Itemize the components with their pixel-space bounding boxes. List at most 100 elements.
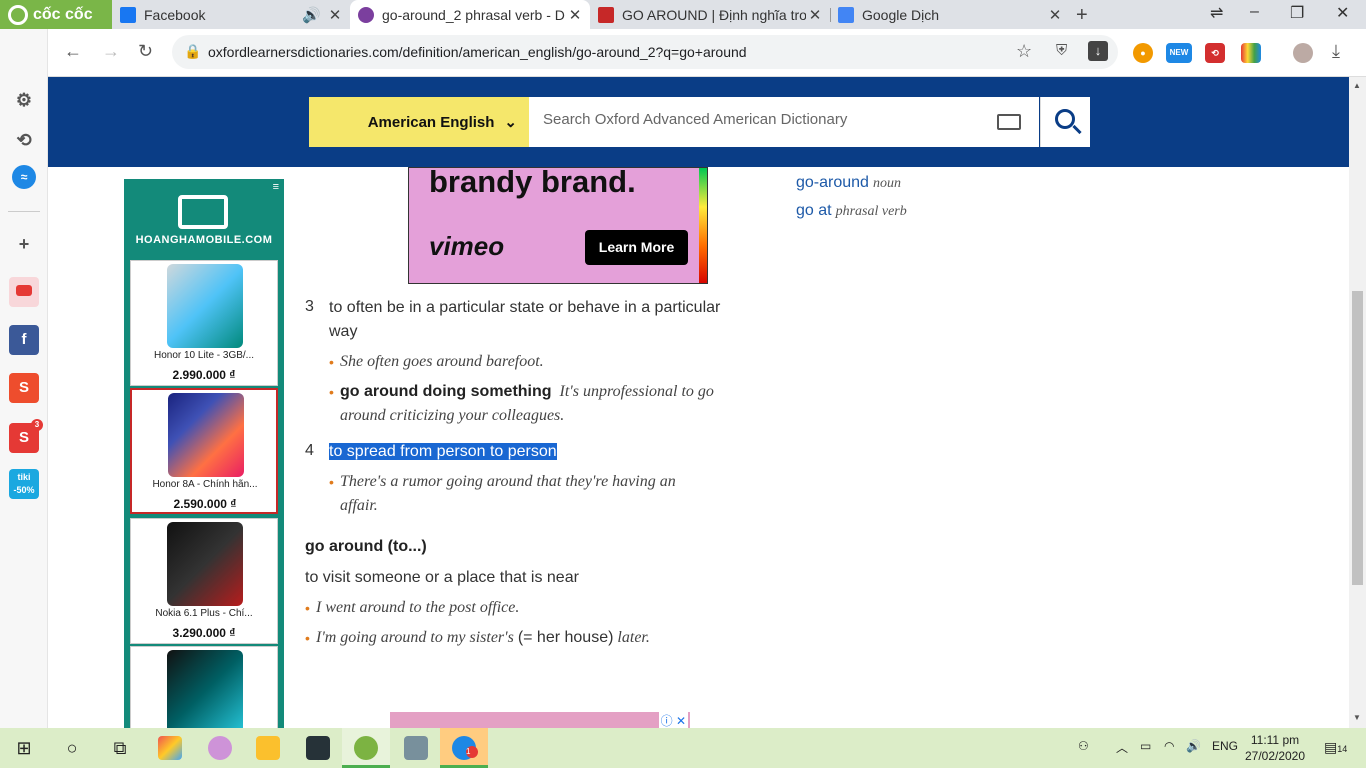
facebook-rail-icon[interactable]: f [9, 325, 39, 355]
product-price: 2.590.000 ₫ [173, 497, 237, 511]
close-tab-icon[interactable]: ✕ [326, 6, 344, 24]
system-clock[interactable]: 11:11 pm 27/02/2020 [1240, 732, 1310, 764]
tiki-icon[interactable]: tiki -50% [9, 469, 39, 499]
taskbar-app-coccoc[interactable] [342, 728, 390, 768]
notifications-icon[interactable]: ▤14 [1324, 739, 1347, 756]
input-language[interactable]: ENG [1212, 739, 1238, 753]
wifi-icon[interactable]: ◠ [1164, 739, 1174, 753]
speaker-icon[interactable]: 🔊 [302, 6, 321, 24]
app-icon [306, 736, 330, 760]
tab-oxford[interactable]: go-around_2 phrasal verb - D ✕ [350, 0, 590, 29]
extension-red-icon[interactable]: ⟲ [1205, 43, 1225, 63]
related-word[interactable]: go-around [796, 174, 869, 191]
back-button[interactable]: ← [64, 41, 82, 62]
close-window-button[interactable]: ✕ [1336, 3, 1349, 23]
sendo-icon[interactable]: S3 [9, 419, 43, 453]
coccoc-logo[interactable]: cốc cốc [0, 0, 112, 29]
hoangha-ad[interactable]: ≡ HOANGHAMOBILE.COM Honor 10 Lite - 3GB/… [124, 179, 284, 728]
vimeo-ad[interactable]: brandy brand. vimeo Learn More [408, 167, 708, 284]
tray-chevron-up-icon[interactable]: ︿ [1116, 739, 1128, 756]
taskbar-app-zalo[interactable]: 1 [440, 728, 488, 768]
tab-google-translate[interactable]: Google Dịch ✕ [830, 0, 1070, 29]
ad-product[interactable]: Nokia 6.1 Plus - Chí... 3.290.000 ₫ [130, 518, 278, 644]
phone-image [167, 650, 243, 728]
ad-product[interactable]: Honor 8A - Chính hãn... 2.590.000 ₫ [130, 388, 278, 514]
minimize-button[interactable]: – [1250, 3, 1259, 21]
shield-icon[interactable]: ⛨ [1056, 42, 1067, 59]
shopee-icon[interactable]: S [9, 373, 39, 403]
ad-info-close-icon[interactable]: ⓘ ✕ [658, 712, 688, 729]
page-scrollbar[interactable]: ▲ ▼ [1349, 77, 1366, 728]
learn-more-button[interactable]: Learn More [585, 230, 688, 265]
people-icon[interactable]: ⚇ [1078, 739, 1089, 753]
extension-new-icon[interactable]: NEW [1166, 43, 1192, 63]
ad-product[interactable] [130, 646, 278, 728]
close-tab-icon[interactable]: ✕ [806, 6, 824, 24]
related-entry-link[interactable]: go-around noun [796, 174, 901, 192]
messenger-icon[interactable]: ≈ [12, 165, 36, 189]
task-view-icon[interactable]: ⧉ [108, 736, 132, 760]
browser-toolbar: ▣ ← → ↻ 🔒 oxfordlearnersdictionaries.com… [0, 29, 1366, 77]
related-word[interactable]: go at [796, 202, 832, 219]
tab-facebook[interactable]: Facebook 🔊 ✕ [112, 0, 350, 29]
facebook-icon [120, 6, 136, 23]
sense-definition: to often be in a particular state or beh… [329, 299, 721, 316]
example-text: I'm going around to my sister's [316, 629, 514, 646]
profile-avatar[interactable] [1293, 43, 1313, 63]
taskbar-app-explorer[interactable] [244, 728, 292, 768]
scroll-down-arrow[interactable]: ▼ [1353, 713, 1361, 722]
settings-gear-icon[interactable]: ⚙ [9, 85, 39, 115]
add-panel-icon[interactable]: + [9, 229, 39, 259]
extension-color-icon[interactable] [1241, 43, 1261, 63]
app-icon [404, 736, 428, 760]
tab-search-icon[interactable]: ⇌ [1210, 3, 1223, 23]
ad-color-bar [699, 168, 707, 283]
download-page-icon[interactable]: ↓ [1088, 41, 1108, 61]
phone-image [167, 522, 243, 606]
youtube-icon[interactable] [9, 277, 39, 307]
coccoc-logo-icon [8, 4, 28, 25]
product-name: Honor 10 Lite - 3GB/... [153, 350, 255, 361]
scroll-up-arrow[interactable]: ▲ [1353, 81, 1361, 90]
language-dropdown[interactable]: American English ⌄ [309, 97, 529, 147]
scrollbar-thumb[interactable] [1352, 291, 1363, 585]
new-tab-button[interactable]: + [1076, 4, 1088, 27]
close-tab-icon[interactable]: ✕ [566, 6, 584, 24]
bottom-ad[interactable]: ⓘ ✕ [390, 712, 690, 729]
product-price: 2.990.000 ₫ [172, 368, 236, 382]
taskbar-app-tool[interactable] [392, 728, 440, 768]
search-button[interactable] [1040, 97, 1090, 147]
restore-button[interactable]: ❐ [1290, 3, 1304, 23]
ad-menu-icon[interactable]: ≡ [273, 181, 279, 193]
search-input[interactable] [543, 111, 973, 128]
reload-button[interactable]: ↻ [138, 41, 153, 62]
site-header: American English ⌄ [48, 77, 1349, 167]
taskbar-app-paint[interactable] [146, 728, 194, 768]
search-box[interactable] [529, 97, 1039, 147]
history-icon[interactable]: ⟲ [9, 125, 39, 155]
taskbar-app-notes[interactable] [294, 728, 342, 768]
address-bar[interactable]: 🔒 oxfordlearnersdictionaries.com/definit… [172, 35, 1118, 69]
downloads-icon[interactable]: ⤓ [1332, 41, 1340, 62]
tab-cambridge[interactable]: GO AROUND | Định nghĩa tro ✕ [590, 0, 830, 29]
forward-button[interactable]: → [102, 41, 120, 62]
volume-icon[interactable]: 🔊 [1186, 739, 1201, 753]
example-bullet: • [329, 384, 334, 400]
search-circle-icon[interactable]: ○ [60, 736, 84, 760]
battery-icon[interactable]: ▭ [1140, 739, 1151, 753]
bookmark-star-icon[interactable]: ☆ [1016, 41, 1032, 62]
keyboard-icon[interactable] [997, 114, 1021, 130]
related-entry-link[interactable]: go at phrasal verb [796, 202, 907, 220]
extension-coccoc-icon[interactable]: ● [1133, 43, 1153, 63]
tab-title: Facebook [144, 6, 206, 23]
windows-start-icon[interactable]: ⊞ [12, 736, 36, 760]
selected-definition[interactable]: to spread from person to person [329, 443, 557, 460]
close-tab-icon[interactable]: ✕ [1046, 6, 1064, 24]
url-text[interactable]: oxfordlearnersdictionaries.com/definitio… [208, 44, 747, 60]
product-name: Nokia 6.1 Plus - Chí... [155, 608, 253, 619]
chevron-down-icon: ⌄ [504, 114, 517, 131]
taskbar-app-snipping[interactable] [196, 728, 244, 768]
example-bullet: • [305, 630, 310, 646]
ad-product[interactable]: Honor 10 Lite - 3GB/... 2.990.000 ₫ [130, 260, 278, 386]
lock-icon[interactable]: 🔒 [184, 43, 201, 60]
